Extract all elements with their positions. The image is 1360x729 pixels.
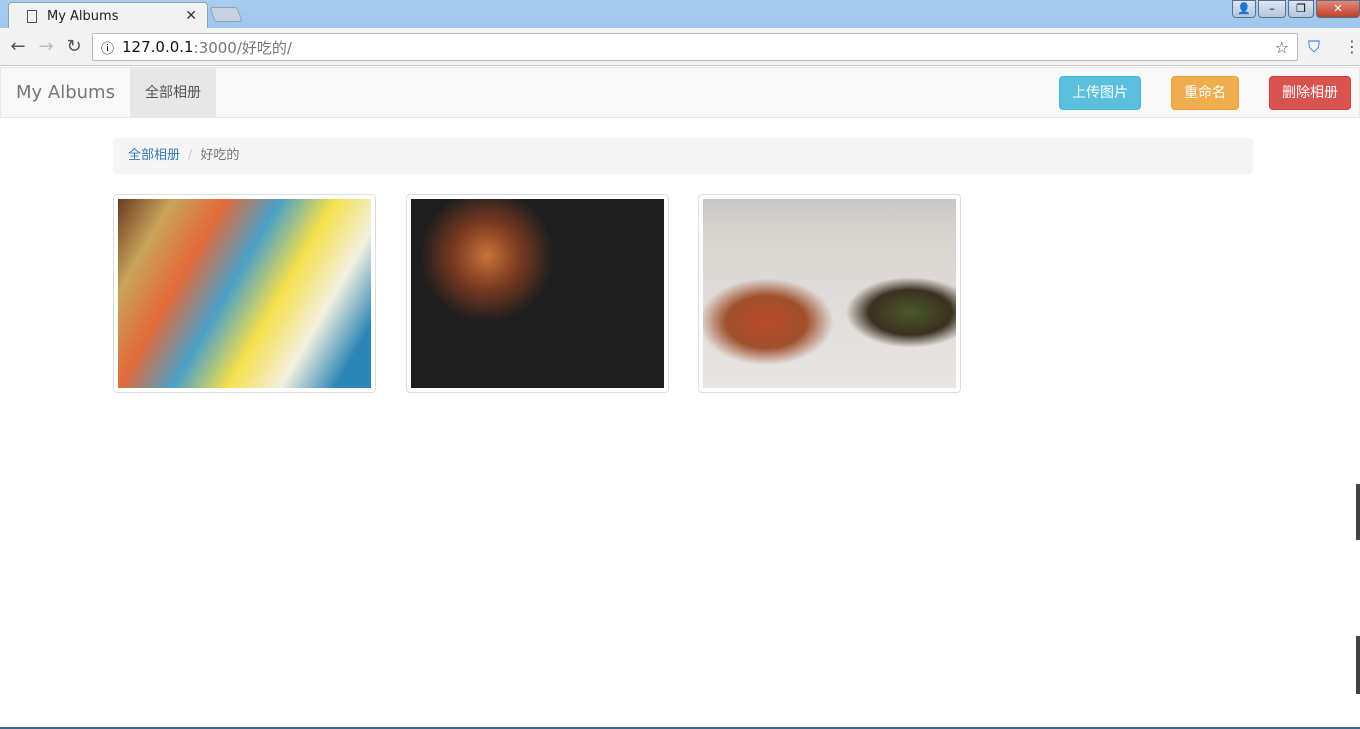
breadcrumb-separator: / xyxy=(188,148,193,163)
side-widget[interactable] xyxy=(1356,636,1360,694)
url-path: :3000/好吃的/ xyxy=(193,38,292,57)
browser-toolbar: ← → ↻ ⓘ 127.0.0.1:3000/好吃的/ ☆ ⛉ ⋮ xyxy=(0,28,1360,66)
upload-button[interactable]: 上传图片 xyxy=(1059,76,1141,110)
shield-extension-icon[interactable]: ⛉ xyxy=(1308,37,1320,57)
back-icon[interactable]: ← xyxy=(4,36,32,57)
navbar: My Albums 全部相册 上传图片 重命名 删除相册 xyxy=(0,67,1360,118)
reload-icon[interactable]: ↻ xyxy=(60,36,88,57)
window-titlebar: My Albums ✕ 👤 – ❐ ✕ xyxy=(0,0,1360,29)
address-bar[interactable]: ⓘ 127.0.0.1:3000/好吃的/ ☆ xyxy=(92,33,1298,61)
browser-tab[interactable]: My Albums ✕ xyxy=(8,2,208,29)
tab-title: My Albums xyxy=(47,8,119,24)
breadcrumb: 全部相册 / 好吃的 xyxy=(113,138,1253,174)
url-host: 127.0.0.1 xyxy=(122,38,194,56)
minimize-button[interactable]: – xyxy=(1258,0,1286,18)
photo-thumbnail[interactable] xyxy=(698,194,961,393)
restore-button[interactable]: ❐ xyxy=(1288,0,1314,18)
delete-album-button[interactable]: 删除相册 xyxy=(1269,76,1351,110)
rename-button[interactable]: 重命名 xyxy=(1171,76,1239,110)
close-tab-icon[interactable]: ✕ xyxy=(185,8,197,24)
breadcrumb-root[interactable]: 全部相册 xyxy=(128,148,180,163)
side-widget[interactable] xyxy=(1356,484,1360,540)
forward-icon[interactable]: → xyxy=(32,36,60,57)
brand[interactable]: My Albums xyxy=(1,68,130,118)
new-tab-button[interactable] xyxy=(209,7,243,22)
nav-all-albums[interactable]: 全部相册 xyxy=(129,67,216,118)
page-icon xyxy=(27,9,37,23)
photo-thumbnail[interactable] xyxy=(113,194,376,393)
breadcrumb-current: 好吃的 xyxy=(200,148,240,163)
menu-icon[interactable]: ⋮ xyxy=(1344,37,1360,56)
ramen-dinner-photo xyxy=(411,199,664,388)
photo-thumbnail[interactable] xyxy=(406,194,669,393)
home-dishes-photo xyxy=(703,199,956,388)
close-window-button[interactable]: ✕ xyxy=(1316,0,1360,18)
profile-icon[interactable]: 👤 xyxy=(1232,0,1256,18)
snack-bags-photo xyxy=(118,199,371,388)
bookmark-star-icon[interactable]: ☆ xyxy=(1275,38,1289,57)
info-icon[interactable]: ⓘ xyxy=(101,38,114,57)
